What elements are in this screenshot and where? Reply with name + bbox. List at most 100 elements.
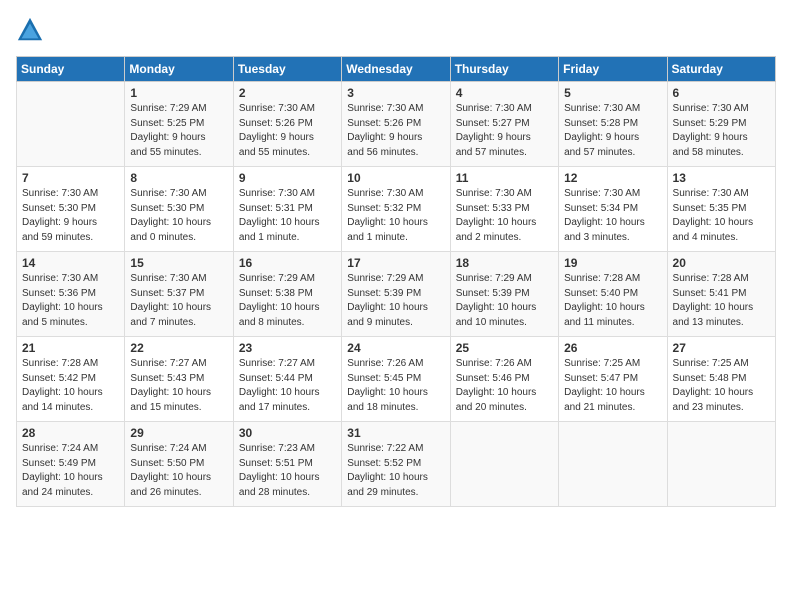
- calendar-cell: 6 Sunrise: 7:30 AM Sunset: 5:29 PM Daylig…: [667, 82, 775, 167]
- day-info: Sunrise: 7:30 AM Sunset: 5:31 PM Dayligh…: [239, 187, 336, 245]
- day-number: 5: [564, 86, 661, 100]
- week-row-3: 14 Sunrise: 7:30 AM Sunset: 5:36 PM Dayli…: [17, 252, 776, 337]
- calendar-cell: 23 Sunrise: 7:27 AM Sunset: 5:44 PM Dayli…: [233, 337, 341, 422]
- day-info: Sunrise: 7:30 AM Sunset: 5:29 PM Dayligh…: [673, 102, 770, 160]
- logo-icon: [16, 16, 44, 44]
- day-number: 12: [564, 171, 661, 185]
- day-number: 4: [456, 86, 553, 100]
- day-info: Sunrise: 7:30 AM Sunset: 5:27 PM Dayligh…: [456, 102, 553, 160]
- calendar-cell: 2Sunrise: 7:30 AM Sunset: 5:26 PM Daylig…: [233, 82, 341, 167]
- day-number: 29: [130, 426, 227, 440]
- calendar-cell: 14 Sunrise: 7:30 AM Sunset: 5:36 PM Dayli…: [17, 252, 125, 337]
- day-number: 26: [564, 341, 661, 355]
- day-number: 16: [239, 256, 336, 270]
- calendar-cell: 17 Sunrise: 7:29 AM Sunset: 5:39 PM Dayli…: [342, 252, 450, 337]
- calendar-cell: [559, 422, 667, 507]
- column-header-saturday: Saturday: [667, 57, 775, 82]
- calendar-cell: [667, 422, 775, 507]
- calendar-cell: 8 Sunrise: 7:30 AM Sunset: 5:30 PM Daylig…: [125, 167, 233, 252]
- calendar-cell: 7 Sunrise: 7:30 AM Sunset: 5:30 PM Daylig…: [17, 167, 125, 252]
- calendar-cell: 12Sunrise: 7:30 AM Sunset: 5:34 PM Dayli…: [559, 167, 667, 252]
- day-number: 10: [347, 171, 444, 185]
- page-header: [16, 16, 776, 44]
- column-header-monday: Monday: [125, 57, 233, 82]
- day-info: Sunrise: 7:29 AM Sunset: 5:25 PM Dayligh…: [130, 102, 227, 160]
- day-info: Sunrise: 7:30 AM Sunset: 5:26 PM Dayligh…: [239, 102, 336, 160]
- day-number: 11: [456, 171, 553, 185]
- calendar-cell: 22 Sunrise: 7:27 AM Sunset: 5:43 PM Dayli…: [125, 337, 233, 422]
- day-info: Sunrise: 7:30 AM Sunset: 5:36 PM Dayligh…: [22, 272, 119, 330]
- week-row-4: 21Sunrise: 7:28 AM Sunset: 5:42 PM Dayli…: [17, 337, 776, 422]
- day-number: 23: [239, 341, 336, 355]
- day-number: 30: [239, 426, 336, 440]
- calendar-cell: 3Sunrise: 7:30 AM Sunset: 5:26 PM Daylig…: [342, 82, 450, 167]
- day-number: 17: [347, 256, 444, 270]
- day-info: Sunrise: 7:30 AM Sunset: 5:33 PM Dayligh…: [456, 187, 553, 245]
- day-info: Sunrise: 7:26 AM Sunset: 5:46 PM Dayligh…: [456, 357, 553, 415]
- calendar-cell: 5 Sunrise: 7:30 AM Sunset: 5:28 PM Daylig…: [559, 82, 667, 167]
- day-info: Sunrise: 7:24 AM Sunset: 5:49 PM Dayligh…: [22, 442, 119, 500]
- day-number: 28: [22, 426, 119, 440]
- calendar-cell: 21Sunrise: 7:28 AM Sunset: 5:42 PM Dayli…: [17, 337, 125, 422]
- day-info: Sunrise: 7:27 AM Sunset: 5:43 PM Dayligh…: [130, 357, 227, 415]
- calendar-body: 1 Sunrise: 7:29 AM Sunset: 5:25 PM Daylig…: [17, 82, 776, 507]
- day-info: Sunrise: 7:29 AM Sunset: 5:39 PM Dayligh…: [347, 272, 444, 330]
- day-info: Sunrise: 7:27 AM Sunset: 5:44 PM Dayligh…: [239, 357, 336, 415]
- calendar-cell: 1 Sunrise: 7:29 AM Sunset: 5:25 PM Daylig…: [125, 82, 233, 167]
- day-info: Sunrise: 7:30 AM Sunset: 5:32 PM Dayligh…: [347, 187, 444, 245]
- calendar-cell: 18 Sunrise: 7:29 AM Sunset: 5:39 PM Dayli…: [450, 252, 558, 337]
- day-number: 21: [22, 341, 119, 355]
- calendar-cell: 28 Sunrise: 7:24 AM Sunset: 5:49 PM Dayli…: [17, 422, 125, 507]
- week-row-5: 28 Sunrise: 7:24 AM Sunset: 5:49 PM Dayli…: [17, 422, 776, 507]
- day-info: Sunrise: 7:28 AM Sunset: 5:40 PM Dayligh…: [564, 272, 661, 330]
- day-info: Sunrise: 7:28 AM Sunset: 5:41 PM Dayligh…: [673, 272, 770, 330]
- calendar-cell: 24 Sunrise: 7:26 AM Sunset: 5:45 PM Dayli…: [342, 337, 450, 422]
- column-header-thursday: Thursday: [450, 57, 558, 82]
- day-number: 9: [239, 171, 336, 185]
- day-info: Sunrise: 7:25 AM Sunset: 5:48 PM Dayligh…: [673, 357, 770, 415]
- calendar-cell: 9 Sunrise: 7:30 AM Sunset: 5:31 PM Daylig…: [233, 167, 341, 252]
- day-info: Sunrise: 7:30 AM Sunset: 5:37 PM Dayligh…: [130, 272, 227, 330]
- day-number: 22: [130, 341, 227, 355]
- day-number: 8: [130, 171, 227, 185]
- day-info: Sunrise: 7:30 AM Sunset: 5:30 PM Dayligh…: [130, 187, 227, 245]
- day-number: 13: [673, 171, 770, 185]
- day-number: 6: [673, 86, 770, 100]
- calendar-cell: 20 Sunrise: 7:28 AM Sunset: 5:41 PM Dayli…: [667, 252, 775, 337]
- calendar-cell: 26Sunrise: 7:25 AM Sunset: 5:47 PM Dayli…: [559, 337, 667, 422]
- calendar-cell: 11 Sunrise: 7:30 AM Sunset: 5:33 PM Dayli…: [450, 167, 558, 252]
- day-number: 14: [22, 256, 119, 270]
- calendar-cell: 10 Sunrise: 7:30 AM Sunset: 5:32 PM Dayli…: [342, 167, 450, 252]
- week-row-1: 1 Sunrise: 7:29 AM Sunset: 5:25 PM Daylig…: [17, 82, 776, 167]
- calendar-cell: 31Sunrise: 7:22 AM Sunset: 5:52 PM Dayli…: [342, 422, 450, 507]
- day-info: Sunrise: 7:22 AM Sunset: 5:52 PM Dayligh…: [347, 442, 444, 500]
- day-info: Sunrise: 7:30 AM Sunset: 5:30 PM Dayligh…: [22, 187, 119, 245]
- column-header-friday: Friday: [559, 57, 667, 82]
- week-row-2: 7 Sunrise: 7:30 AM Sunset: 5:30 PM Daylig…: [17, 167, 776, 252]
- day-info: Sunrise: 7:29 AM Sunset: 5:39 PM Dayligh…: [456, 272, 553, 330]
- day-number: 3: [347, 86, 444, 100]
- calendar-cell: [17, 82, 125, 167]
- day-info: Sunrise: 7:29 AM Sunset: 5:38 PM Dayligh…: [239, 272, 336, 330]
- day-number: 1: [130, 86, 227, 100]
- day-info: Sunrise: 7:30 AM Sunset: 5:28 PM Dayligh…: [564, 102, 661, 160]
- calendar-cell: 13Sunrise: 7:30 AM Sunset: 5:35 PM Dayli…: [667, 167, 775, 252]
- day-number: 7: [22, 171, 119, 185]
- calendar-header-row: SundayMondayTuesdayWednesdayThursdayFrid…: [17, 57, 776, 82]
- day-number: 18: [456, 256, 553, 270]
- day-info: Sunrise: 7:24 AM Sunset: 5:50 PM Dayligh…: [130, 442, 227, 500]
- day-number: 20: [673, 256, 770, 270]
- calendar-cell: 15 Sunrise: 7:30 AM Sunset: 5:37 PM Dayli…: [125, 252, 233, 337]
- day-number: 19: [564, 256, 661, 270]
- column-header-tuesday: Tuesday: [233, 57, 341, 82]
- calendar-cell: 27Sunrise: 7:25 AM Sunset: 5:48 PM Dayli…: [667, 337, 775, 422]
- calendar-cell: 16 Sunrise: 7:29 AM Sunset: 5:38 PM Dayli…: [233, 252, 341, 337]
- day-number: 15: [130, 256, 227, 270]
- column-header-sunday: Sunday: [17, 57, 125, 82]
- column-header-wednesday: Wednesday: [342, 57, 450, 82]
- calendar-cell: 19 Sunrise: 7:28 AM Sunset: 5:40 PM Dayli…: [559, 252, 667, 337]
- calendar-cell: [450, 422, 558, 507]
- calendar-table: SundayMondayTuesdayWednesdayThursdayFrid…: [16, 56, 776, 507]
- day-info: Sunrise: 7:26 AM Sunset: 5:45 PM Dayligh…: [347, 357, 444, 415]
- day-number: 24: [347, 341, 444, 355]
